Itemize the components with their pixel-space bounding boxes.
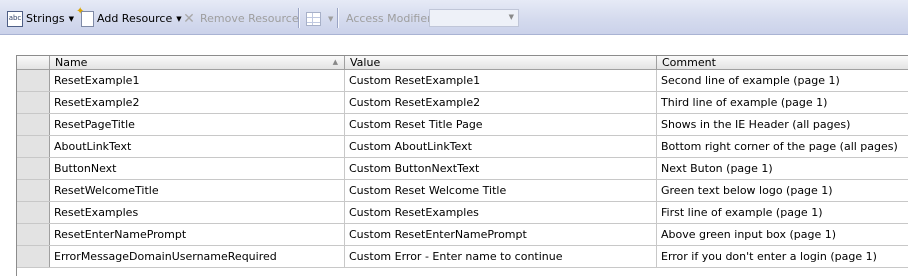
view-dropdown-button[interactable]: ▼ xyxy=(306,10,333,27)
row-selector[interactable] xyxy=(17,202,50,223)
comment-cell[interactable]: Shows in the IE Header (all pages) xyxy=(657,114,908,135)
remove-resource-label: Remove Resource xyxy=(200,12,299,25)
column-header-value[interactable]: Value xyxy=(345,56,657,69)
comment-cell[interactable]: First line of example (page 1) xyxy=(657,202,908,223)
access-modifier-label: Access Modifier: xyxy=(346,12,436,25)
name-cell[interactable]: ResetWelcomeTitle xyxy=(50,180,345,201)
name-cell[interactable]: ResetPageTitle xyxy=(50,114,345,135)
comment-cell[interactable]: Error if you don't enter a login (page 1… xyxy=(657,246,908,267)
table-row[interactable]: ErrorMessageDomainUsernameRequired Custom… xyxy=(17,246,908,268)
comment-cell[interactable]: Next Buton (page 1) xyxy=(657,158,908,179)
name-cell[interactable]: ResetEnterNamePrompt xyxy=(50,224,345,245)
delete-x-icon: ✕ xyxy=(183,10,195,27)
table-row[interactable]: ButtonNext Custom ButtonNextText Next Buto… xyxy=(17,158,908,180)
row-selector[interactable] xyxy=(17,92,50,113)
table-row[interactable]: ResetWelcomeTitle Custom Reset Welcome Ti… xyxy=(17,180,908,202)
table-row[interactable]: ResetExample1 Custom ResetExample1 Second … xyxy=(17,70,908,92)
table-row[interactable]: ResetEnterNamePrompt Custom ResetEnterNam… xyxy=(17,224,908,246)
name-cell[interactable]: AboutLinkText xyxy=(50,136,345,157)
row-selector[interactable] xyxy=(17,114,50,135)
value-cell[interactable]: Custom ResetEnterNamePrompt xyxy=(345,224,657,245)
sort-ascending-icon: ▲ xyxy=(332,58,338,66)
value-cell[interactable]: Custom Error - Enter name to continue xyxy=(345,246,657,267)
chevron-down-icon: ▼ xyxy=(508,13,514,21)
dropdown-arrow-icon: ▼ xyxy=(328,14,334,23)
row-selector[interactable] xyxy=(17,70,50,91)
toolbar-separator xyxy=(337,8,339,28)
comment-cell[interactable]: Bottom right corner of the page (all pag… xyxy=(657,136,908,157)
row-selector[interactable] xyxy=(17,246,50,267)
add-resource-button[interactable]: ✦ Add Resource ▼ xyxy=(76,6,182,27)
value-cell[interactable]: Custom ButtonNextText xyxy=(345,158,657,179)
name-cell[interactable]: ResetExample2 xyxy=(50,92,345,113)
toolbar-separator xyxy=(298,8,300,28)
value-cell[interactable]: Custom Reset Title Page xyxy=(345,114,657,135)
comment-cell[interactable]: Above green input box (page 1) xyxy=(657,224,908,245)
name-cell[interactable]: ResetExamples xyxy=(50,202,345,223)
remove-resource-button[interactable]: ✕ Remove Resource xyxy=(181,10,299,27)
comment-cell[interactable]: Third line of example (page 1) xyxy=(657,92,908,113)
abc-icon: abc xyxy=(7,10,23,27)
table-row[interactable]: ResetPageTitle Custom Reset Title Page Sho… xyxy=(17,114,908,136)
comment-cell[interactable]: Green text below logo (page 1) xyxy=(657,180,908,201)
name-cell[interactable]: ResetExample1 xyxy=(50,70,345,91)
resource-grid: Name ▲ Value Comment ResetExample1 Custom… xyxy=(16,55,908,276)
row-selector[interactable] xyxy=(17,224,50,245)
resource-toolbar: abc Strings ▼ ✦ Add Resource ▼ ✕ Remove … xyxy=(0,0,908,35)
grid-view-icon xyxy=(306,11,321,26)
row-selector-header xyxy=(17,56,50,69)
name-cell[interactable]: ButtonNext xyxy=(50,158,345,179)
row-selector[interactable] xyxy=(17,136,50,157)
value-cell[interactable]: Custom Reset Welcome Title xyxy=(345,180,657,201)
value-cell[interactable]: Custom ResetExample1 xyxy=(345,70,657,91)
table-row[interactable]: AboutLinkText Custom AboutLinkText Bottom … xyxy=(17,136,908,158)
column-header-name[interactable]: Name ▲ xyxy=(50,56,345,69)
access-modifier-select[interactable]: ▼ xyxy=(429,9,519,27)
column-header-comment[interactable]: Comment xyxy=(657,56,908,69)
comment-cell[interactable]: Second line of example (page 1) xyxy=(657,70,908,91)
dropdown-arrow-icon: ▼ xyxy=(68,14,74,23)
table-row[interactable]: ResetExample2 Custom ResetExample2 Third l… xyxy=(17,92,908,114)
value-cell[interactable]: Custom ResetExample2 xyxy=(345,92,657,113)
name-cell[interactable]: ErrorMessageDomainUsernameRequired xyxy=(50,246,345,267)
strings-label: Strings xyxy=(26,12,65,25)
table-row[interactable]: ResetExamples Custom ResetExamples First l… xyxy=(17,202,908,224)
row-selector[interactable] xyxy=(17,158,50,179)
value-cell[interactable]: Custom ResetExamples xyxy=(345,202,657,223)
add-resource-label: Add Resource xyxy=(97,12,173,25)
strings-dropdown-button[interactable]: abc Strings ▼ xyxy=(7,10,74,27)
row-selector[interactable] xyxy=(17,180,50,201)
new-page-icon: ✦ xyxy=(76,6,94,27)
value-cell[interactable]: Custom AboutLinkText xyxy=(345,136,657,157)
grid-header-row: Name ▲ Value Comment xyxy=(17,56,908,70)
